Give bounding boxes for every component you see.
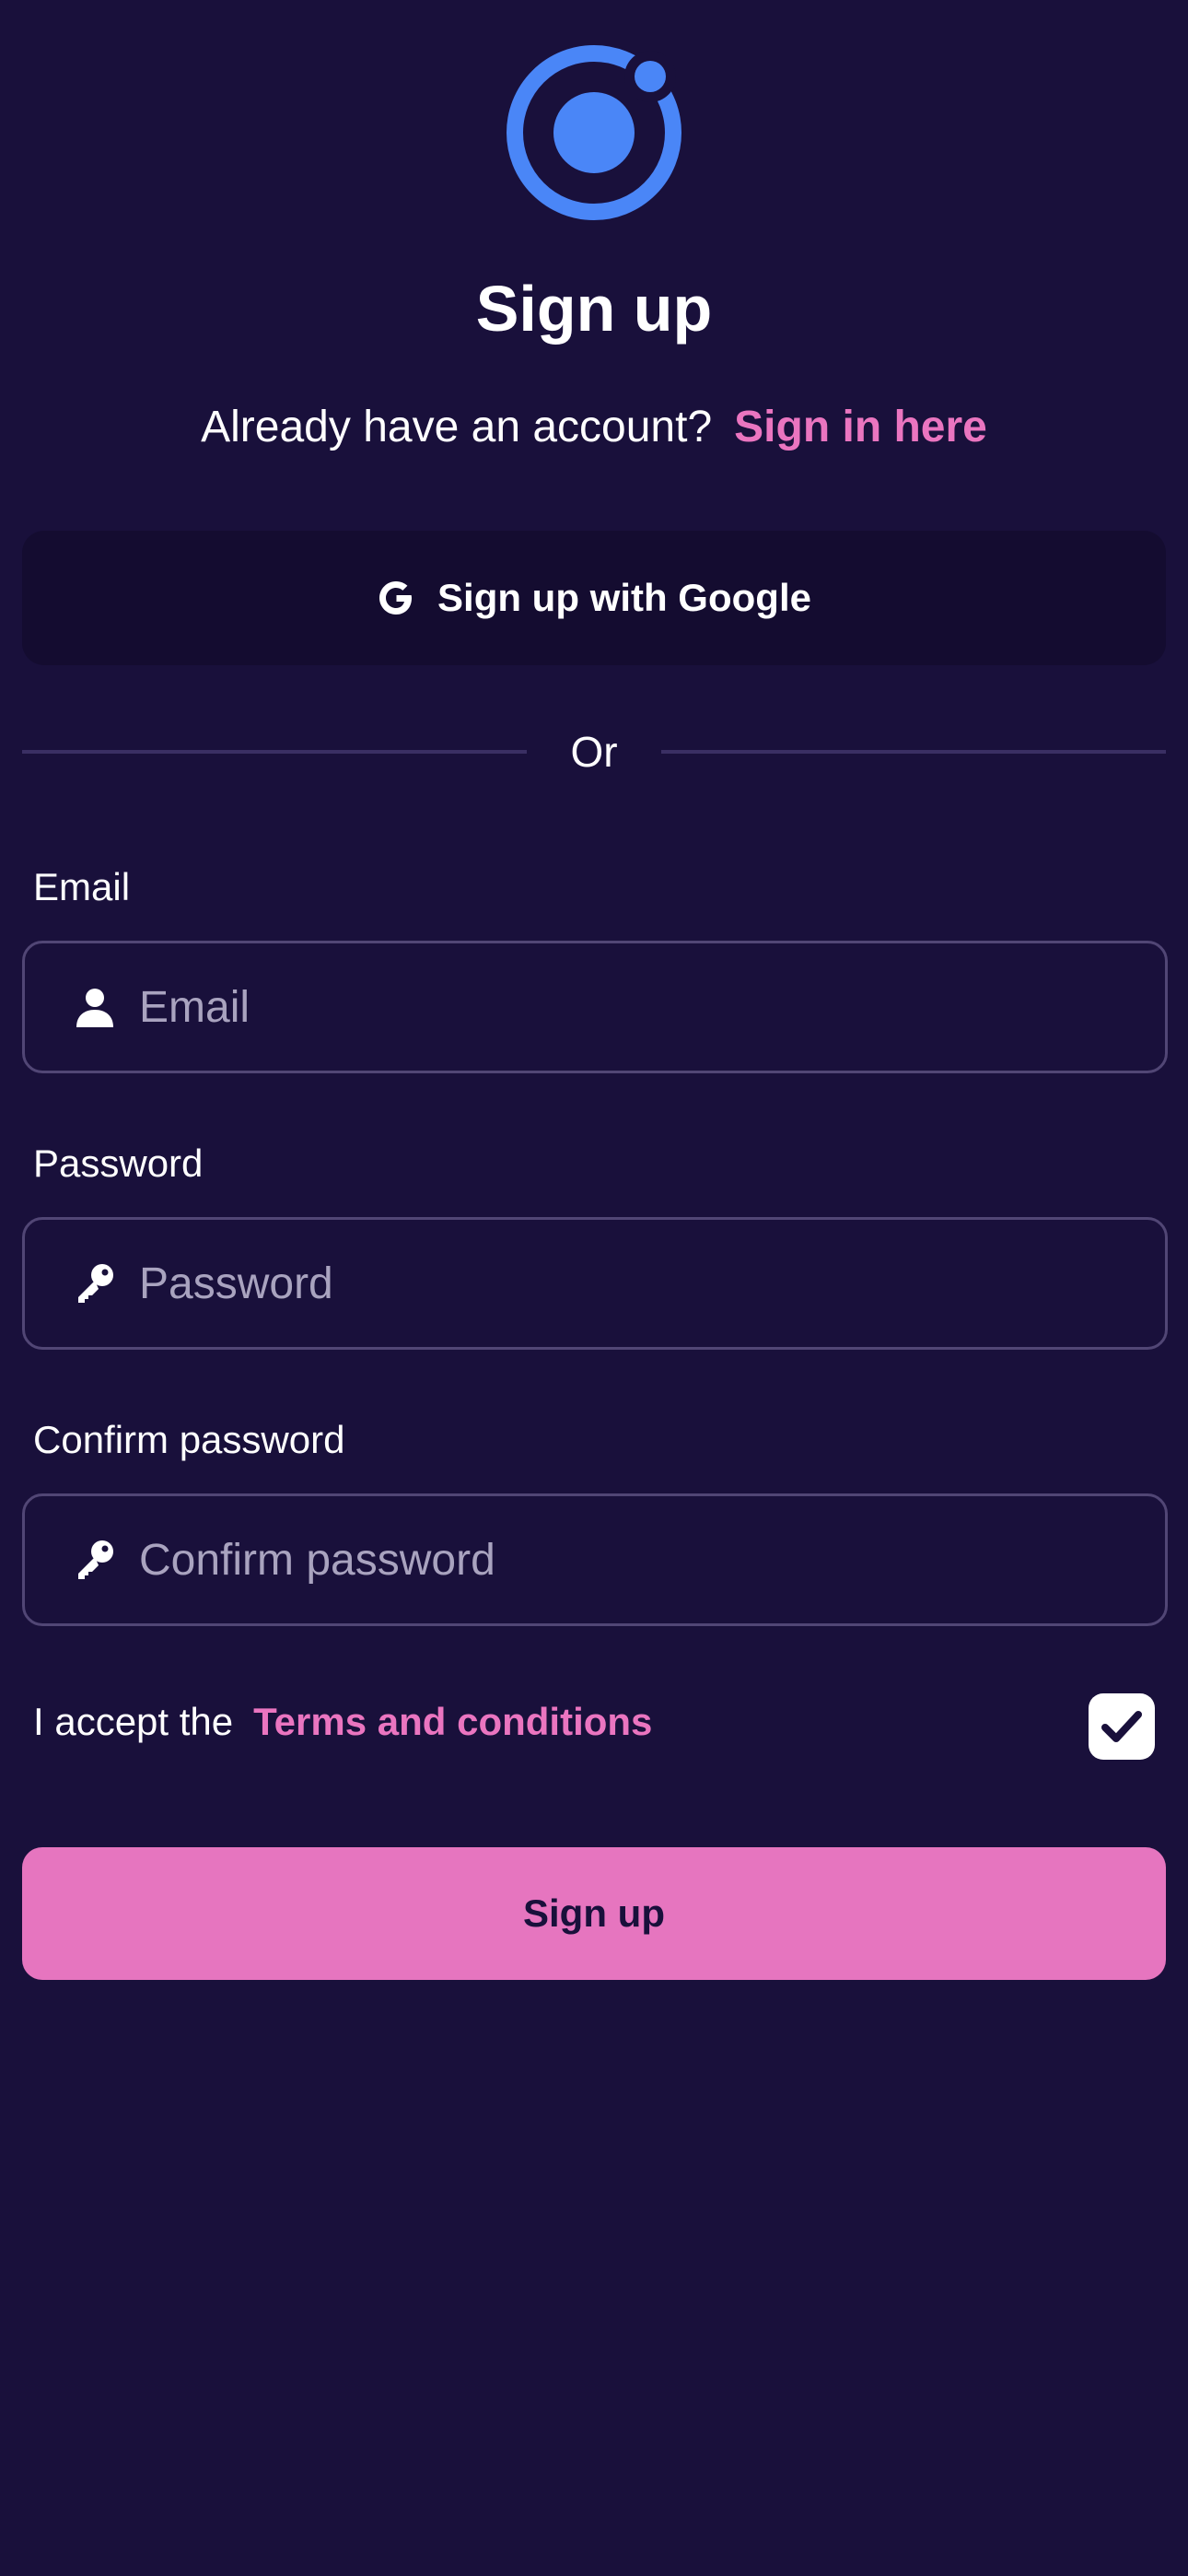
signup-page: Sign up Already have an account? Sign in … <box>0 0 1188 2576</box>
password-input[interactable] <box>139 1258 1165 1309</box>
password-field[interactable] <box>22 1217 1168 1350</box>
confirm-password-input[interactable] <box>139 1534 1165 1586</box>
divider-line-left <box>22 750 527 754</box>
google-signup-label: Sign up with Google <box>437 576 811 619</box>
key-icon <box>78 1264 113 1303</box>
terms-checkbox[interactable] <box>1089 1693 1155 1760</box>
person-icon <box>76 989 113 1027</box>
confirm-password-field[interactable] <box>22 1493 1168 1626</box>
terms-link[interactable]: Terms and conditions <box>253 1700 652 1743</box>
email-input[interactable] <box>139 981 1165 1033</box>
signin-prompt: Already have an account? Sign in here <box>0 398 1188 457</box>
divider-line-right <box>661 750 1166 754</box>
ionic-logo-icon <box>507 45 681 220</box>
checkmark-icon <box>1101 1711 1142 1742</box>
google-signup-button[interactable]: Sign up with Google <box>22 531 1166 665</box>
signup-button-label: Sign up <box>523 1891 665 1935</box>
terms-row: I accept the Terms and conditions <box>33 1695 652 1749</box>
signin-question: Already have an account? <box>201 403 713 451</box>
terms-prefix: I accept the <box>33 1700 234 1743</box>
page-title: Sign up <box>475 273 713 345</box>
signin-link[interactable]: Sign in here <box>734 403 987 451</box>
email-label: Email <box>33 865 131 908</box>
password-label: Password <box>33 1142 204 1185</box>
google-icon <box>379 581 413 615</box>
email-field[interactable] <box>22 941 1168 1073</box>
divider-label: Or <box>570 728 618 776</box>
confirm-password-label: Confirm password <box>33 1418 345 1461</box>
signup-button[interactable]: Sign up <box>22 1847 1166 1980</box>
key-icon <box>78 1540 113 1579</box>
